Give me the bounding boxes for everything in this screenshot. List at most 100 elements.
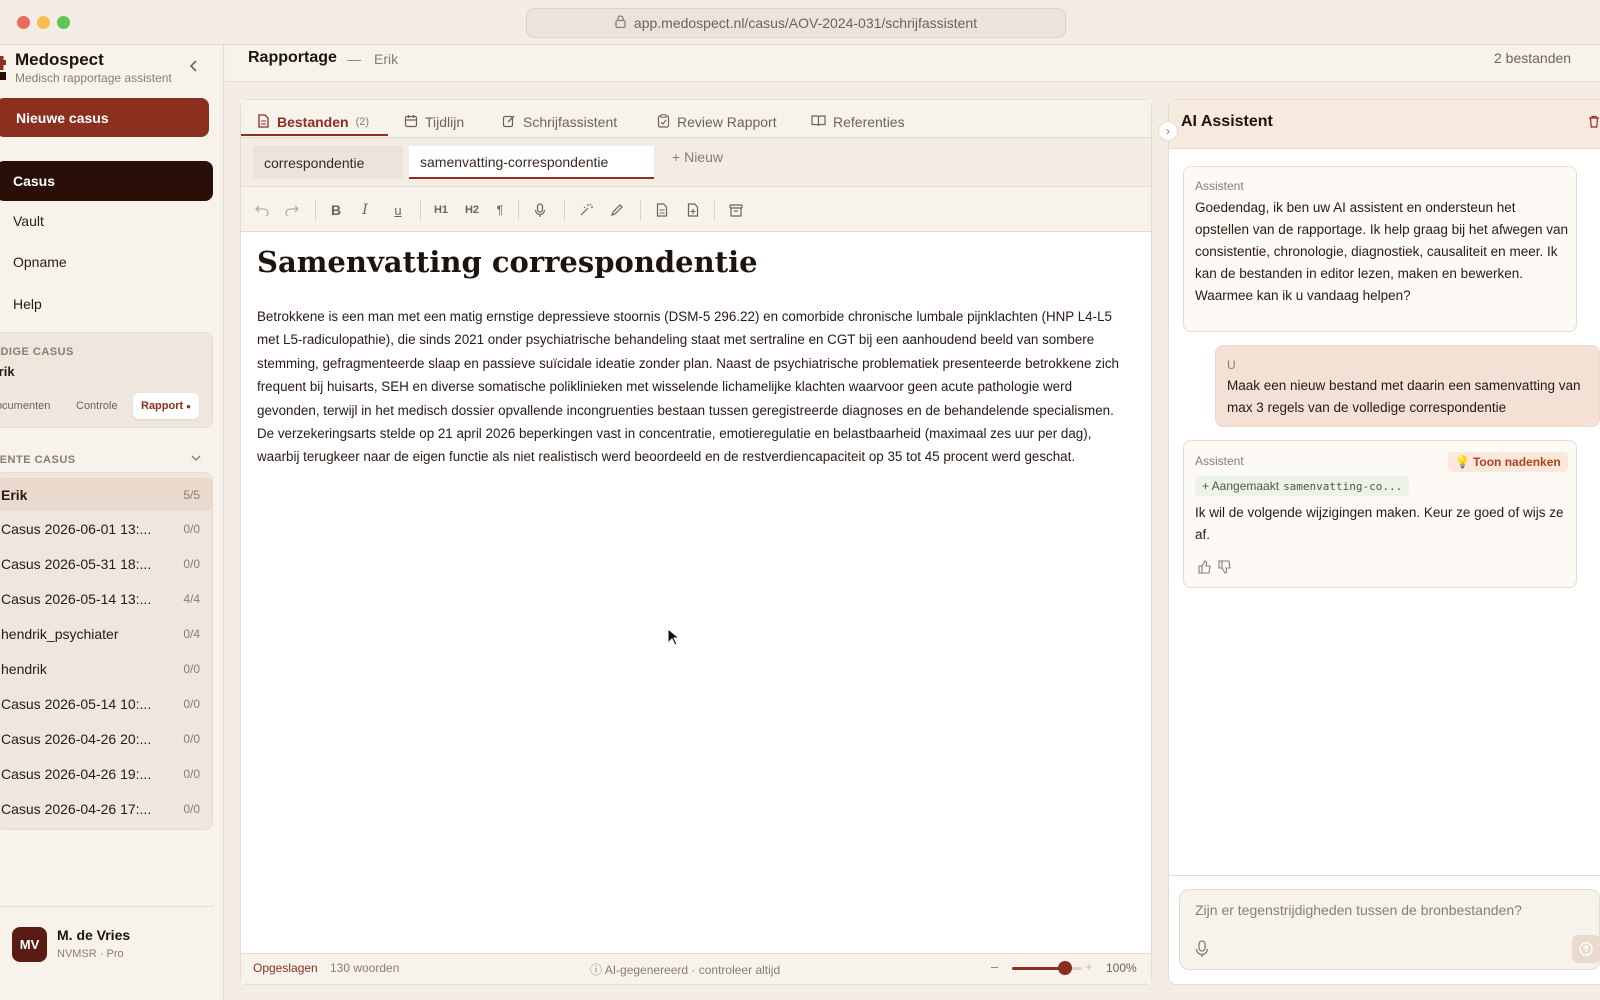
case-name: hendrik_psychiater	[1, 625, 119, 642]
redo-icon[interactable]	[280, 198, 304, 222]
recent-case-item[interactable]: hendrik_psychiater 0/4	[0, 617, 213, 650]
recent-case-item[interactable]: Casus 2026-05-14 13:... 4/4	[0, 582, 213, 615]
message-text: Maak een nieuw bestand met daarin een sa…	[1227, 378, 1581, 415]
message-role: Assistent	[1195, 454, 1244, 468]
nav-label: Opname	[13, 254, 67, 270]
heading2-button[interactable]: H2	[460, 198, 484, 222]
nav-item-casus[interactable]: Casus	[0, 161, 213, 201]
url-text: app.medospect.nl/casus/AOV-2024-031/schr…	[633, 15, 978, 31]
tab-schrijfassistent[interactable]: Schrijfassistent	[498, 108, 621, 136]
zoom-out-button[interactable]: –	[991, 959, 998, 974]
case-name: hendrik	[1, 660, 47, 677]
zoom-slider-handle[interactable]	[1057, 961, 1072, 975]
ai-notice: ⓘ AI-gegenereerd · controleer altijd	[590, 961, 780, 978]
file-tab-label: samenvatting-correspondentie	[420, 153, 609, 170]
recent-case-item[interactable]: Casus 2026-04-26 17:... 0/0	[0, 792, 213, 825]
tab-referenties[interactable]: Referenties	[807, 108, 909, 136]
avatar[interactable]: MV	[12, 927, 47, 962]
case-count: 0/0	[183, 521, 200, 536]
message-text: Ik wil de volgende wijzigingen maken. Ke…	[1195, 505, 1564, 542]
plus-icon: +	[672, 149, 681, 165]
minimize-window-button[interactable]	[37, 16, 50, 29]
file-tab-label: correspondentie	[264, 154, 365, 171]
zoom-in-button[interactable]: +	[1085, 959, 1093, 974]
saved-status: Opgeslagen	[253, 961, 318, 975]
trash-icon[interactable]	[1588, 115, 1600, 131]
tab-review-rapport[interactable]: Review Rapport	[653, 108, 781, 136]
heading1-button[interactable]: H1	[429, 198, 453, 222]
send-button[interactable]	[1572, 935, 1600, 963]
current-case-heading: HUIDIGE CASUS	[0, 346, 74, 358]
tab-badge: (2)	[355, 116, 370, 128]
paragraph-icon[interactable]: ¶	[488, 198, 512, 222]
recent-case-item[interactable]: Casus 2026-04-26 19:... 0/0	[0, 757, 213, 790]
tab-bestanden[interactable]: Bestanden (2)	[253, 108, 373, 136]
recent-case-item[interactable]: Erik 5/5	[0, 478, 213, 511]
address-bar[interactable]: app.medospect.nl/casus/AOV-2024-031/schr…	[526, 8, 1066, 38]
file-tab-correspondentie[interactable]: correspondentie	[253, 146, 403, 179]
segment-documenten[interactable]: Documenten	[0, 393, 58, 419]
toolbar-divider	[640, 200, 641, 220]
nav-item-vault[interactable]: Vault	[0, 201, 213, 241]
collapse-sidebar-icon[interactable]	[186, 58, 202, 74]
microphone-icon[interactable]	[528, 198, 552, 222]
show-thinking-label: Toon nadenken	[1472, 455, 1561, 469]
nav-item-opname[interactable]: Opname	[0, 242, 213, 282]
case-count: 0/0	[183, 801, 200, 816]
document-body[interactable]: Betrokkene is een man met een matig erns…	[257, 305, 1127, 469]
nav-item-help[interactable]: Help	[0, 284, 213, 324]
pencil-icon[interactable]	[605, 198, 629, 222]
recent-case-item[interactable]: Casus 2026-04-26 20:... 0/0	[0, 722, 213, 755]
file-icon	[257, 113, 270, 131]
lock-icon	[615, 15, 626, 31]
document-icon[interactable]	[650, 198, 674, 222]
italic-icon[interactable]: I	[353, 198, 377, 222]
toolbar-divider	[714, 200, 715, 220]
recent-case-item[interactable]: Casus 2026-05-31 18:... 0/0	[0, 547, 213, 580]
close-window-button[interactable]	[17, 16, 30, 29]
segment-controle[interactable]: Controle	[68, 393, 126, 419]
recent-case-item[interactable]: Casus 2026-05-14 10:... 0/0	[0, 687, 213, 720]
thumbs-up-icon[interactable]	[1198, 560, 1212, 574]
case-name: Casus 2026-05-31 18:...	[1, 555, 152, 572]
chat-input-placeholder: Zijn er tegenstrijdigheden tussen de bro…	[1195, 902, 1522, 918]
underline-icon[interactable]: u	[386, 198, 410, 222]
nav-label: Help	[13, 296, 42, 312]
bold-icon[interactable]: B	[324, 198, 348, 222]
chevron-down-icon[interactable]	[190, 452, 202, 467]
message-text: Goedendag, ik ben uw AI assistent en ond…	[1195, 200, 1569, 303]
case-name: Casus 2026-04-26 19:...	[1, 765, 152, 782]
message-role: Assistent	[1195, 179, 1244, 193]
top-bar	[225, 45, 1600, 82]
new-file-button[interactable]: + Nieuw	[672, 149, 723, 165]
case-name: Casus 2026-05-14 10:...	[1, 695, 152, 712]
created-label: + Aangemaakt	[1202, 479, 1280, 493]
document-title[interactable]: Samenvatting correspondentie	[257, 245, 758, 279]
case-count: 0/0	[183, 696, 200, 711]
tab-tijdlijn[interactable]: Tijdlijn	[400, 108, 468, 136]
case-count: 0/4	[183, 626, 200, 641]
add-document-icon[interactable]	[681, 198, 705, 222]
new-case-button[interactable]: Nieuwe casus	[0, 98, 209, 137]
file-tab-samenvatting[interactable]: samenvatting-correspondentie	[409, 146, 654, 179]
divider	[1169, 875, 1600, 876]
user-name: M. de Vries	[57, 927, 131, 943]
created-file-badge[interactable]: + Aangemaakt samenvatting-co...	[1195, 476, 1410, 496]
magic-wand-icon[interactable]	[574, 198, 598, 222]
recent-case-item[interactable]: hendrik 0/0	[0, 652, 213, 685]
archive-icon[interactable]	[724, 198, 748, 222]
thumbs-down-icon[interactable]	[1218, 560, 1232, 574]
chevron-right-icon[interactable]: ›	[1158, 121, 1178, 141]
segment-rapport[interactable]: Rapport ●	[133, 393, 200, 419]
current-case-name: Erik	[0, 364, 15, 379]
case-name: Erik	[1, 486, 28, 503]
logo-icon	[0, 56, 6, 82]
undo-icon[interactable]	[250, 198, 274, 222]
recent-case-item[interactable]: Casus 2026-06-01 13:... 0/0	[0, 512, 213, 545]
microphone-icon[interactable]	[1195, 940, 1211, 958]
book-icon	[811, 114, 826, 130]
show-thinking-button[interactable]: 💡 Toon nadenken	[1448, 452, 1568, 472]
ai-panel-title: AI Assistent	[1181, 113, 1273, 130]
maximize-window-button[interactable]	[57, 16, 70, 29]
nav-label: Casus	[13, 173, 56, 189]
